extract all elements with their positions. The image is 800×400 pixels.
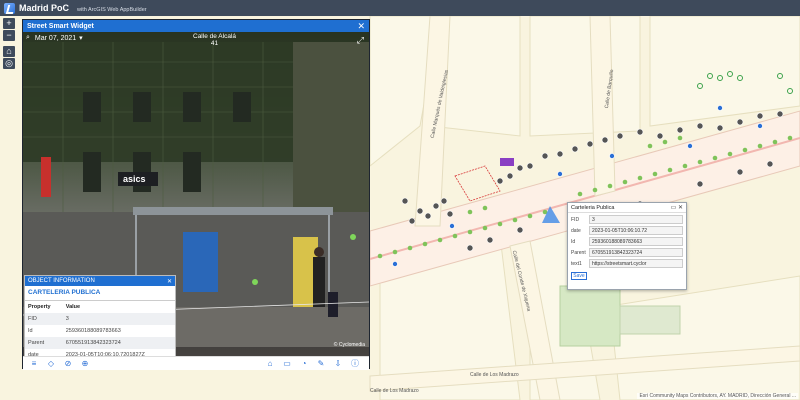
popup-label: text1	[571, 260, 582, 267]
object-information-panel: OBJECT INFORMATION ✕ CARTELERIA PUBLICA …	[24, 275, 176, 367]
popup-row: text1 https://streetsmart.cyclor	[571, 259, 683, 268]
popup-field[interactable]: https://streetsmart.cyclor	[589, 259, 683, 268]
download-icon[interactable]: ⇩	[331, 359, 345, 369]
street-label: Calle de Los Madrazo	[370, 388, 419, 394]
svg-text:asics: asics	[123, 174, 146, 184]
popup-field[interactable]: 259360188089783663	[589, 237, 683, 246]
crosswalk-hatch	[454, 165, 501, 202]
popup-row: Parent 670551913842323724	[571, 248, 683, 257]
popup-controls[interactable]: ▭ ✕	[671, 204, 683, 211]
popup-field[interactable]: 670551913842323724	[589, 248, 683, 257]
popup-label: Parent	[571, 249, 586, 256]
app-header: Madrid PoC with ArcGIS Web AppBuilder	[0, 0, 800, 16]
home-button[interactable]: ⌂	[3, 46, 15, 57]
value-cell: 670551913842323724	[62, 337, 175, 349]
object-info-subtitle: CARTELERIA PUBLICA	[25, 286, 175, 301]
panorama-bottom-toolbar: ≡ ◇ ⊘ ⊕ ⌂ ▭ ◔ ✎ ⇩ ⓘ	[23, 356, 369, 370]
object-info-close-button[interactable]: ✕	[167, 278, 172, 285]
bus-stop-marker	[500, 158, 514, 166]
popup-field[interactable]: 2023-01-05T10:06:10.72	[589, 226, 683, 235]
widget-close-button[interactable]: ✕	[357, 21, 365, 32]
feature-popup: Carteleria Publica ▭ ✕ FID 3 date 2023-0…	[567, 202, 687, 290]
property-cell: Parent	[25, 337, 63, 349]
value-cell: 259360188089783663	[65, 328, 121, 334]
app-subtitle: with ArcGIS Web AppBuilder	[77, 6, 147, 13]
search-icon[interactable]: ⌕	[26, 34, 30, 42]
object-info-titlebar: OBJECT INFORMATION ✕	[25, 276, 175, 286]
app-title: Madrid PoC	[19, 3, 70, 13]
column-header: Property	[28, 304, 51, 310]
layers-icon[interactable]: ◇	[44, 359, 58, 369]
street-smart-widget: Street Smart Widget ✕ asics ⌕ Mar 07, 20…	[22, 19, 370, 370]
map-block	[529, 16, 641, 137]
park-area	[619, 305, 681, 335]
street-label: Calle de Los Madrazo	[470, 372, 519, 378]
object-info-table: Property Value FID 3 Id 2593601880897836…	[25, 301, 175, 361]
info-icon[interactable]: ⓘ	[348, 359, 362, 369]
column-header: Value	[65, 304, 81, 310]
widget-title: Street Smart Widget	[27, 22, 94, 30]
table-row: FID 3	[25, 313, 175, 325]
popup-save-button[interactable]: Save	[571, 272, 587, 280]
panorama-view[interactable]: asics ⌕ Mar 07, 2021 ▾ Calle de Alcalá 4…	[23, 32, 369, 370]
widget-titlebar: Street Smart Widget ✕	[23, 20, 369, 32]
map-tools: + − ⌂ ◎	[3, 18, 15, 69]
address-number: 41	[210, 40, 219, 47]
chevron-down-icon[interactable]: ▾	[79, 34, 83, 42]
panorama-address: Calle de Alcalá 41	[193, 33, 236, 47]
popup-row: Id 259360188089783663	[571, 237, 683, 246]
visibility-off-icon[interactable]: ⊘	[61, 359, 75, 369]
measure-icon[interactable]: ✎	[314, 359, 328, 369]
popup-header: Carteleria Publica ▭ ✕	[568, 203, 686, 213]
table-header-row: Property Value	[25, 301, 175, 313]
zoom-out-button[interactable]: −	[3, 30, 15, 41]
popup-title: Carteleria Publica	[571, 204, 615, 211]
building-icon[interactable]: ⌂	[263, 359, 277, 369]
popup-label: Id	[571, 238, 576, 245]
map-block	[609, 275, 800, 400]
property-cell: FID	[25, 313, 63, 325]
zoom-in-button[interactable]: +	[3, 18, 15, 29]
menu-icon[interactable]: ≡	[27, 359, 41, 369]
table-row: Id 259360188089783663	[25, 325, 175, 337]
locate-button[interactable]: ◎	[3, 58, 15, 69]
popup-label: FID	[571, 216, 580, 223]
popup-field[interactable]: 3	[589, 215, 683, 224]
property-cell: Id	[28, 328, 33, 334]
street-barquillo	[589, 16, 616, 197]
popup-label: date	[571, 227, 581, 234]
map-block	[649, 16, 800, 127]
address-street: Calle de Alcalá	[193, 33, 236, 40]
popup-row: date 2023-01-05T10:06:10.72	[571, 226, 683, 235]
window-icon[interactable]: ▭	[280, 359, 294, 369]
object-info-title: OBJECT INFORMATION	[28, 278, 95, 284]
table-row: Parent 670551913842323724	[25, 337, 175, 349]
cyclomedia-copyright: © Cyclomedia	[333, 342, 365, 348]
popup-row: FID 3	[571, 215, 683, 224]
app-logo-icon	[4, 2, 15, 14]
recording-date-dropdown[interactable]: Mar 07, 2021	[35, 35, 76, 42]
pin-icon[interactable]: ⊕	[78, 359, 92, 369]
map-attribution: Esri Community Maps Contributors, AY. MA…	[637, 393, 798, 399]
park-area	[559, 285, 621, 347]
expand-icon[interactable]: ⤢	[357, 35, 364, 46]
value-cell: 3	[62, 313, 175, 325]
overlay-icon[interactable]: ◔	[297, 359, 311, 369]
